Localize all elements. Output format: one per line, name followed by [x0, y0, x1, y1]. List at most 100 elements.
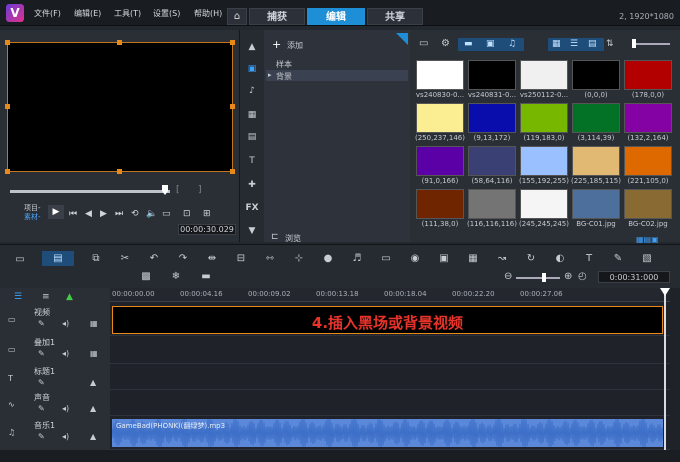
library-thumbnail[interactable]: [520, 60, 568, 90]
split-screen-icon[interactable]: ▦: [467, 253, 479, 265]
overlay-lane[interactable]: [110, 336, 670, 364]
undo-icon[interactable]: ↶: [148, 253, 160, 265]
split-clip-icon[interactable]: ✂: [119, 253, 131, 265]
tab-edit[interactable]: 编辑: [307, 8, 365, 25]
track-volume-icon[interactable]: ◂): [62, 319, 69, 328]
resize-handle[interactable]: [117, 40, 122, 45]
overlay-track-icon[interactable]: ▭: [8, 345, 16, 354]
voice-track-icon[interactable]: ∿: [8, 400, 15, 409]
resize-handle[interactable]: [230, 169, 235, 174]
zoom-out-icon[interactable]: ⊖: [504, 271, 512, 282]
library-thumbnail[interactable]: [468, 103, 516, 133]
trim-out-icon[interactable]: ]: [198, 185, 202, 195]
library-extra-icon[interactable]: ▦▤▣: [636, 235, 659, 244]
filter-video-icon[interactable]: ▬: [464, 39, 473, 49]
menu-edit[interactable]: 编辑(E): [74, 8, 101, 19]
multi-trim-icon[interactable]: ⊟: [235, 253, 247, 265]
folder-sample[interactable]: 样本: [276, 59, 292, 70]
timeline-playhead[interactable]: [664, 288, 666, 450]
preview-timecode[interactable]: 00:00:30.029: [178, 224, 236, 235]
volume-icon[interactable]: 🔈: [146, 209, 157, 219]
video-track-icon[interactable]: ▭: [8, 315, 16, 324]
menu-tools[interactable]: 工具(T): [114, 8, 141, 19]
folder-background[interactable]: 背景: [276, 71, 292, 82]
snapshot-tool-icon[interactable]: ⧉: [90, 253, 102, 265]
storyboard-view-icon[interactable]: ▭: [14, 254, 26, 266]
aspect-ratio-icon[interactable]: ⊡: [183, 209, 191, 219]
graphics-icon[interactable]: ▤: [244, 130, 260, 144]
stretch-icon[interactable]: ⇿: [264, 253, 276, 265]
track-manager-icon[interactable]: ☰: [14, 292, 22, 302]
expand-arrow-icon[interactable]: ▸: [268, 71, 272, 79]
music-track-icon[interactable]: ♫: [8, 428, 15, 437]
thumb-size-slider[interactable]: [636, 43, 670, 45]
title-icon[interactable]: T: [244, 154, 260, 168]
title-tool-icon[interactable]: T: [583, 253, 595, 265]
track-edit-icon[interactable]: ✎: [38, 349, 45, 358]
library-thumbnail[interactable]: [572, 146, 620, 176]
library-thumbnail[interactable]: [520, 189, 568, 219]
zoom-slider[interactable]: [516, 277, 560, 279]
rotate-icon[interactable]: ↻: [525, 253, 537, 265]
mosaic-icon[interactable]: ▩: [140, 271, 152, 283]
play-button[interactable]: ▶: [48, 205, 64, 219]
list-view-icon[interactable]: ☰: [570, 39, 578, 49]
open-folder-icon[interactable]: ▭: [419, 38, 428, 49]
settings-gear-icon[interactable]: ⚙: [441, 38, 450, 49]
hd-preview-icon[interactable]: ▭: [162, 209, 171, 219]
resize-handle[interactable]: [5, 169, 10, 174]
library-thumbnail[interactable]: [520, 103, 568, 133]
repeat-icon[interactable]: ⟲: [131, 209, 139, 219]
library-thumbnail[interactable]: [416, 60, 464, 90]
library-thumbnail[interactable]: [624, 146, 672, 176]
browse-label[interactable]: 浏览: [285, 233, 301, 244]
mask-icon[interactable]: ✎: [612, 253, 624, 265]
preview-scrubber[interactable]: [10, 190, 170, 193]
track-edit-icon[interactable]: ✎: [38, 404, 45, 413]
library-thumbnail[interactable]: [624, 60, 672, 90]
resize-handle[interactable]: [5, 40, 10, 45]
sort-icon[interactable]: ⇅: [606, 39, 614, 49]
add-mark-icon[interactable]: ≡: [42, 292, 50, 302]
library-thumbnail[interactable]: [468, 189, 516, 219]
previous-frame-icon[interactable]: ◀: [85, 209, 92, 219]
resize-handle[interactable]: [117, 169, 122, 174]
freeze-icon[interactable]: ❄: [170, 271, 182, 283]
redo-icon[interactable]: ↷: [177, 253, 189, 265]
track-option-icon[interactable]: ▲: [90, 404, 96, 413]
track-volume-icon[interactable]: ◂): [62, 432, 69, 441]
resize-handle[interactable]: [5, 104, 10, 109]
filter-photo-icon[interactable]: ▣: [486, 39, 495, 49]
snapshot-icon[interactable]: ⊞: [203, 209, 211, 219]
track-option-icon[interactable]: ▲: [90, 432, 96, 441]
filter-audio-icon[interactable]: ♫: [508, 39, 516, 49]
library-thumbnail[interactable]: [416, 146, 464, 176]
trim-icon[interactable]: ⇹: [206, 253, 218, 265]
text-icon[interactable]: ▣: [438, 253, 450, 265]
smart-icon[interactable]: ▬: [200, 271, 212, 283]
fit-icon[interactable]: ⊹: [293, 253, 305, 265]
library-thumbnail[interactable]: [520, 146, 568, 176]
track-option-icon[interactable]: ▲: [90, 378, 96, 387]
track-option-icon[interactable]: ▦: [90, 349, 98, 358]
collapse-down-icon[interactable]: ▼: [244, 224, 260, 238]
track-volume-icon[interactable]: ◂): [62, 349, 69, 358]
thumb-size-knob[interactable]: [632, 39, 636, 48]
color-icon[interactable]: ◐: [554, 253, 566, 265]
menu-help[interactable]: 帮助(H): [194, 8, 222, 19]
motion-icon[interactable]: ◉: [409, 253, 421, 265]
track-edit-icon[interactable]: ✎: [38, 432, 45, 441]
zoom-in-icon[interactable]: ⊕: [564, 271, 572, 282]
voice-lane[interactable]: [110, 390, 670, 416]
record-icon[interactable]: ●: [322, 253, 334, 265]
library-thumbnail[interactable]: [572, 189, 620, 219]
instant-project-icon[interactable]: ♪: [244, 84, 260, 98]
add-folder-icon[interactable]: +: [272, 38, 281, 51]
track-volume-icon[interactable]: ◂): [62, 404, 69, 413]
transition-icon[interactable]: ▦: [244, 108, 260, 122]
mixer-icon[interactable]: ♬: [351, 253, 363, 265]
track-edit-icon[interactable]: ✎: [38, 319, 45, 328]
library-thumbnail[interactable]: [624, 189, 672, 219]
library-thumbnail[interactable]: [572, 60, 620, 90]
fit-project-icon[interactable]: ◴: [578, 271, 587, 282]
